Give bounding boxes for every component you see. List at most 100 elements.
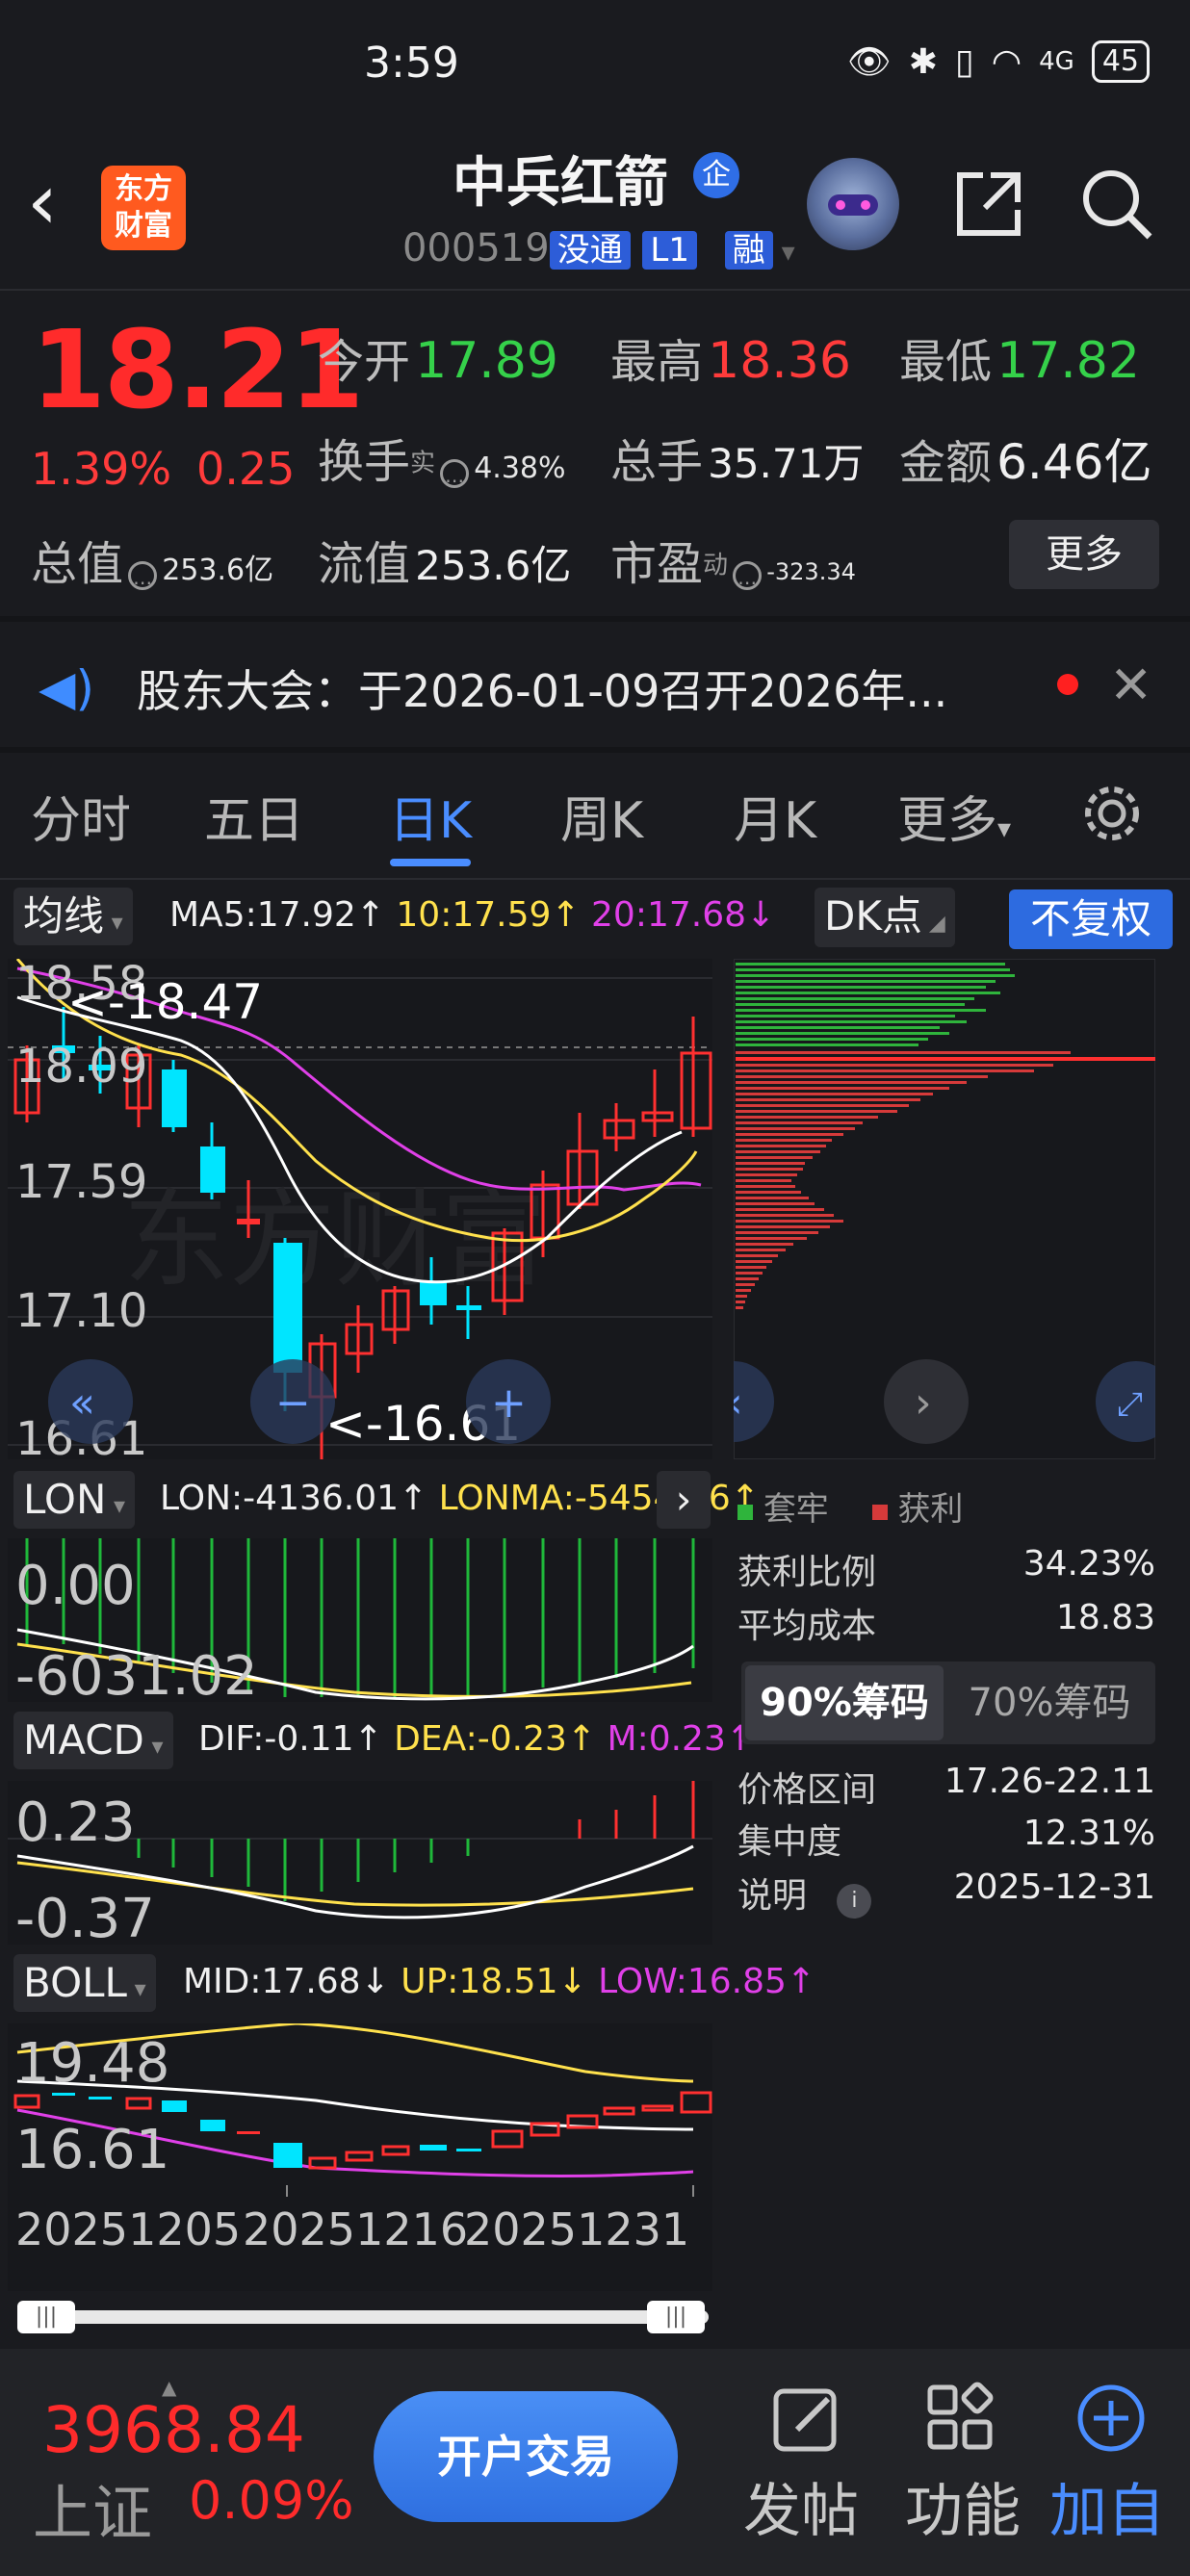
- float-label: 流值: [318, 537, 411, 591]
- dif-value: DIF:-0.11↑: [198, 1719, 383, 1759]
- notice-bar[interactable]: ◀) 股东大会：于2026-01-09召开2026年...: [0, 626, 1190, 741]
- function-icon[interactable]: [924, 2382, 997, 2455]
- info-icon[interactable]: …: [128, 560, 158, 590]
- boll-selector[interactable]: BOLL ▾: [13, 1954, 156, 2012]
- amount-label: 金额: [899, 436, 993, 490]
- range-handle-right[interactable]: |||: [647, 2301, 705, 2333]
- caret-down-icon: ▾: [106, 1492, 126, 1519]
- function-label[interactable]: 功能: [905, 2464, 1021, 2548]
- tab-chip-90[interactable]: 90%筹码: [745, 1665, 944, 1740]
- share-icon[interactable]: [948, 164, 1029, 245]
- concentration-label: 集中度: [737, 1822, 842, 1862]
- avg-cost-label: 平均成本: [737, 1607, 877, 1646]
- chevron-right-icon: ›: [915, 1378, 932, 1428]
- divider: [0, 878, 1190, 880]
- search-icon[interactable]: [1076, 164, 1157, 245]
- tab-intraday[interactable]: 分时: [31, 780, 131, 852]
- note-label: 说明: [737, 1876, 808, 1916]
- notice-text[interactable]: 股东大会：于2026-01-09召开2026年...: [137, 657, 947, 720]
- more-button[interactable]: 更多: [1009, 520, 1159, 589]
- pe-value: -323.34: [766, 558, 856, 585]
- y-label-2: 18.09: [15, 1040, 147, 1094]
- dk-point-selector[interactable]: DK点 ◢: [815, 888, 955, 947]
- change-value: 0.25: [196, 443, 296, 495]
- pe-sup: 动: [703, 551, 729, 580]
- high-row: 最高 18.36: [610, 323, 851, 391]
- legend-expand-button[interactable]: ›: [657, 1471, 711, 1529]
- add-watchlist-label[interactable]: 加自: [1049, 2464, 1165, 2548]
- tag-connect[interactable]: 没通: [549, 231, 631, 270]
- boll-y-top: 19.48: [15, 2032, 169, 2095]
- boll-up-value: UP:18.51↓: [401, 1962, 587, 2001]
- caret-down-icon: ▾: [143, 1733, 164, 1760]
- index-value[interactable]: 3968.84: [42, 2393, 305, 2467]
- m-value: M:0.23↑: [607, 1719, 756, 1759]
- expand-icon: ⤢: [1117, 1385, 1143, 1424]
- gear-icon[interactable]: [1078, 780, 1146, 847]
- lon-chart: 0.00 -6031.02: [8, 1538, 712, 1702]
- kline-chart[interactable]: 东方财富 18.58 18.09 17.59 17.10 16.61 <-18.…: [8, 959, 712, 1459]
- open-row: 今开 17.89: [318, 323, 558, 391]
- divider: [0, 747, 1190, 753]
- tab-more-label: 更多: [897, 792, 998, 850]
- caret-down-icon: ▾: [126, 1975, 146, 2002]
- caret-down-icon: ▾: [997, 812, 1012, 844]
- turnover-sup: 实: [410, 449, 436, 478]
- divider: [0, 289, 1190, 291]
- close-icon[interactable]: ✕: [1109, 655, 1152, 715]
- info-icon[interactable]: i: [837, 1884, 872, 1919]
- macd-selector[interactable]: MACD ▾: [13, 1712, 173, 1769]
- chip-distribution-chart: ‹ › ⤢: [734, 959, 1155, 1459]
- app-logo: 东方 财富: [101, 166, 186, 250]
- ma20-value: 20:17.68↓: [591, 895, 776, 935]
- ma-selector[interactable]: 均线 ▾: [13, 888, 133, 945]
- add-watchlist-icon[interactable]: [1074, 2382, 1148, 2455]
- float-value: 253.6亿: [415, 542, 572, 589]
- boll-low-value: LOW:16.85↑: [598, 1962, 816, 2001]
- tag-margin[interactable]: 融: [724, 231, 773, 270]
- status-icons: 👁 ✱ ▯ ◠ 4G 45: [847, 40, 1150, 83]
- back-icon[interactable]: ‹: [27, 164, 58, 241]
- tab-daily-k[interactable]: 日K: [389, 780, 472, 852]
- assistant-avatar[interactable]: [807, 158, 899, 250]
- open-account-trade-button[interactable]: 开户交易: [374, 2391, 678, 2522]
- price-range-label: 价格区间: [737, 1770, 877, 1810]
- adjust-button[interactable]: 不复权: [1009, 889, 1173, 949]
- turnover-label: 换手: [318, 435, 411, 489]
- tab-five-day[interactable]: 五日: [204, 780, 304, 852]
- pe-label: 市盈: [610, 537, 704, 591]
- chevron-left-icon: ‹: [734, 1378, 743, 1428]
- lon-selector[interactable]: LON ▾: [13, 1471, 136, 1529]
- index-pct: 0.09%: [189, 2470, 354, 2531]
- high-value: 18.36: [708, 332, 851, 390]
- post-icon[interactable]: [770, 2382, 843, 2455]
- tab-weekly-k[interactable]: 周K: [560, 780, 643, 852]
- tab-chip-70[interactable]: 70%筹码: [948, 1665, 1151, 1740]
- mcap-value: 253.6亿: [162, 554, 274, 587]
- chevron-down-icon[interactable]: ▾: [773, 236, 795, 268]
- post-label[interactable]: 发帖: [743, 2464, 859, 2548]
- high-label: 最高: [610, 335, 704, 389]
- turnover-row: 换手实 … 4.38%: [318, 424, 566, 491]
- enterprise-badge[interactable]: 企: [693, 152, 739, 198]
- info-icon[interactable]: …: [733, 560, 763, 590]
- unread-dot: [1057, 674, 1078, 695]
- low-row: 最低 17.82: [899, 323, 1140, 391]
- macd-chart: 0.23 -0.37: [8, 1781, 712, 1945]
- ma10-value: 10:17.59↑: [396, 895, 581, 935]
- range-scrollbar[interactable]: [19, 2310, 709, 2324]
- index-name[interactable]: 上证: [33, 2464, 152, 2551]
- status-bar: 3:59 👁 ✱ ▯ ◠ 4G 45: [0, 0, 1190, 135]
- boll-selector-label: BOLL: [23, 1959, 127, 2006]
- battery-icon: 45: [1091, 40, 1150, 83]
- tab-more[interactable]: 更多▾: [897, 780, 1011, 852]
- macd-y-bottom: -0.37: [15, 1888, 155, 1945]
- range-handle-left[interactable]: |||: [17, 2301, 75, 2333]
- chevron-right-icon: ›: [675, 1476, 692, 1523]
- ma-selector-label: 均线: [23, 892, 105, 940]
- tab-monthly-k[interactable]: 月K: [734, 780, 816, 852]
- info-icon[interactable]: …: [440, 458, 470, 488]
- tag-level1[interactable]: L1: [642, 231, 697, 270]
- turnover-value: 4.38%: [474, 451, 566, 485]
- float-row: 流值 253.6亿: [318, 526, 571, 593]
